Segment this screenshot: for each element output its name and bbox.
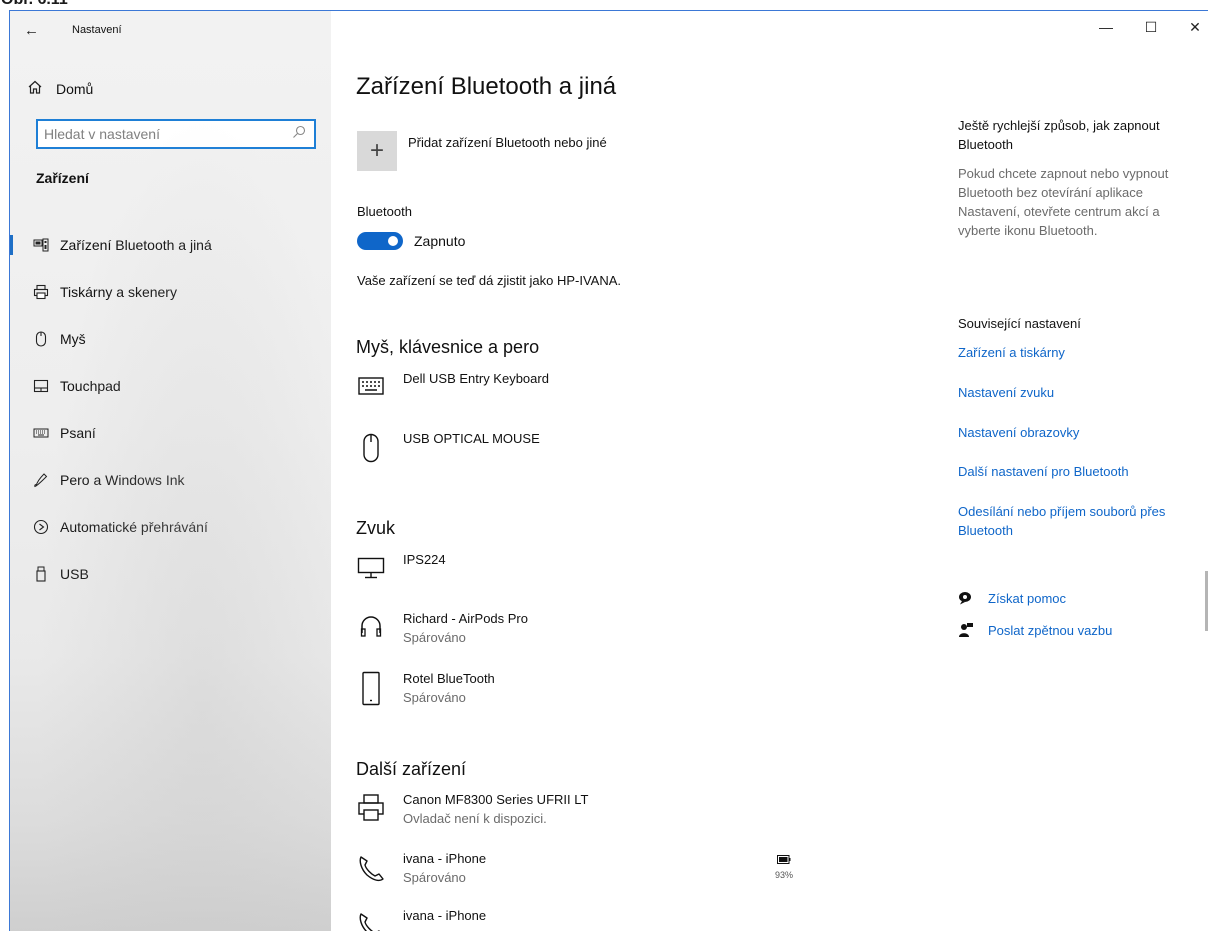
- back-arrow-icon: ←: [24, 22, 39, 39]
- printer-icon: [10, 282, 58, 302]
- sidebar-item-label: Myš: [60, 330, 86, 347]
- device-name: IPS224: [403, 552, 446, 567]
- group-heading-mouse: Myš, klávesnice a pero: [356, 337, 540, 357]
- phone-icon: [356, 671, 386, 711]
- search-box: [36, 119, 316, 149]
- tip-text: Pokud chcete zapnout nebo vypnout Blueto…: [958, 166, 1169, 238]
- sidebar-item-autoplay[interactable]: Automatické přehrávání: [10, 503, 331, 550]
- battery-icon: [777, 851, 791, 868]
- device-name: ivana - iPhone: [403, 908, 487, 923]
- sidebar-item-label: Tiskárny a skenery: [60, 283, 177, 300]
- mouse-icon: [10, 329, 58, 349]
- printer-icon: [356, 793, 386, 833]
- device-name: Richard - AirPods Pro: [403, 611, 528, 626]
- sidebar-item-bluetooth[interactable]: Zařízení Bluetooth a jiná: [10, 221, 331, 268]
- feedback-label: Poslat zpětnou vazbu: [988, 622, 1113, 638]
- settings-window: ← Nastavení Domů Zařízení Zařízení Bluet…: [9, 10, 1208, 931]
- sidebar-item-label: Zařízení Bluetooth a jiná: [60, 236, 212, 253]
- device-item[interactable]: ivana - iPhone Spárováno 93%: [356, 851, 896, 899]
- sidebar-item-label: Automatické přehrávání: [60, 518, 208, 535]
- device-item[interactable]: Richard - AirPods Pro Spárováno: [356, 611, 896, 659]
- bluetooth-label: Bluetooth: [357, 204, 412, 219]
- device-name: Canon MF8300 Series UFRII LT: [403, 792, 589, 807]
- sidebar-item-printers[interactable]: Tiskárny a skenery: [10, 268, 331, 315]
- right-panel: Ještě rychlejší způsob, jak zapnout Blue…: [958, 11, 1208, 931]
- plus-icon: +: [369, 137, 384, 164]
- sidebar-item-label: Domů: [56, 81, 94, 97]
- sidebar-item-label: Pero a Windows Ink: [60, 471, 185, 488]
- headphones-icon: [356, 615, 386, 655]
- add-device-label[interactable]: Přidat zařízení Bluetooth nebo jiné: [408, 135, 607, 150]
- device-item[interactable]: Dell USB Entry Keyboard: [356, 371, 896, 419]
- battery-percent: 93%: [774, 870, 793, 880]
- figure-caption: Obr. 6.11: [0, 0, 1208, 10]
- device-name: Dell USB Entry Keyboard: [403, 371, 549, 386]
- device-status: Spárováno: [403, 870, 466, 885]
- device-item[interactable]: USB OPTICAL MOUSE: [356, 431, 896, 479]
- sidebar-item-home[interactable]: Domů: [10, 73, 331, 105]
- touchpad-icon: [10, 376, 58, 396]
- phone-handset-icon: [356, 853, 386, 893]
- device-item[interactable]: Canon MF8300 Series UFRII LT Ovladač nen…: [356, 792, 896, 840]
- usb-icon: [10, 564, 58, 584]
- device-item[interactable]: IPS224: [356, 552, 896, 600]
- link-sound-settings[interactable]: Nastavení zvuku: [958, 383, 1208, 402]
- phone-handset-icon: [356, 910, 386, 931]
- monitor-icon: [356, 557, 386, 597]
- sidebar-item-typing[interactable]: Psaní: [10, 409, 331, 456]
- device-name: USB OPTICAL MOUSE: [403, 431, 540, 446]
- device-status: Spárováno: [403, 690, 466, 705]
- send-feedback-link[interactable]: Poslat zpětnou vazbu: [958, 620, 1112, 640]
- bluetooth-toggle[interactable]: [357, 232, 403, 250]
- sidebar-item-label: Psaní: [60, 424, 96, 441]
- search-input[interactable]: [38, 121, 278, 147]
- autoplay-icon: [10, 517, 58, 537]
- add-device-button[interactable]: +: [357, 131, 397, 171]
- help-icon: [958, 591, 988, 605]
- sidebar-item-pen[interactable]: Pero a Windows Ink: [10, 456, 331, 503]
- sidebar: ← Nastavení Domů Zařízení Zařízení Bluet…: [10, 11, 331, 931]
- keyboard-icon: [10, 423, 58, 443]
- link-devices-printers[interactable]: Zařízení a tiskárny: [958, 343, 1208, 362]
- keyboard-icon: [356, 377, 386, 417]
- device-item[interactable]: Rotel BlueTooth Spárováno: [356, 671, 896, 719]
- toggle-state-label: Zapnuto: [414, 233, 466, 249]
- section-label: Zařízení: [36, 170, 89, 186]
- device-status: Ovladač není k dispozici.: [403, 811, 547, 826]
- feedback-icon: [958, 622, 988, 638]
- main-content: Zařízení Bluetooth a jiná + Přidat zaříz…: [356, 11, 916, 931]
- group-heading-audio: Zvuk: [356, 518, 396, 538]
- link-display-settings[interactable]: Nastavení obrazovky: [958, 423, 1208, 442]
- discoverable-text: Vaše zařízení se teď dá zjistit jako HP-…: [357, 273, 621, 288]
- sidebar-item-touchpad[interactable]: Touchpad: [10, 362, 331, 409]
- device-item[interactable]: ivana - iPhone: [356, 908, 896, 931]
- mouse-icon: [356, 433, 386, 473]
- sidebar-item-label: Touchpad: [60, 377, 121, 394]
- related-settings-heading: Související nastavení: [958, 316, 1081, 331]
- link-more-bluetooth[interactable]: Další nastavení pro Bluetooth: [958, 462, 1208, 481]
- sidebar-item-usb[interactable]: USB: [10, 550, 331, 597]
- get-help-link[interactable]: Získat pomoc: [958, 588, 1066, 608]
- home-icon: [10, 79, 56, 100]
- bluetooth-devices-icon: [10, 235, 58, 255]
- page-title: Zařízení Bluetooth a jiná: [356, 73, 617, 100]
- search-icon[interactable]: [292, 125, 306, 139]
- back-button[interactable]: ←: [24, 21, 48, 41]
- help-label: Získat pomoc: [988, 590, 1067, 606]
- tip-heading: Ještě rychlejší způsob, jak zapnout Blue…: [958, 118, 1160, 152]
- link-send-receive-files[interactable]: Odesílání nebo příjem souborů přes Bluet…: [958, 502, 1208, 540]
- group-heading-other: Další zařízení: [356, 759, 467, 779]
- sidebar-nav: Zařízení Bluetooth a jiná Tiskárny a ske…: [10, 221, 331, 597]
- device-name: ivana - iPhone: [403, 851, 487, 866]
- sidebar-item-mouse[interactable]: Myš: [10, 315, 331, 362]
- app-title: Nastavení: [72, 24, 122, 36]
- pen-icon: [10, 470, 58, 490]
- sidebar-item-label: USB: [60, 565, 89, 582]
- device-name: Rotel BlueTooth: [403, 671, 495, 686]
- battery-indicator: 93%: [769, 851, 799, 880]
- device-status: Spárováno: [403, 630, 466, 645]
